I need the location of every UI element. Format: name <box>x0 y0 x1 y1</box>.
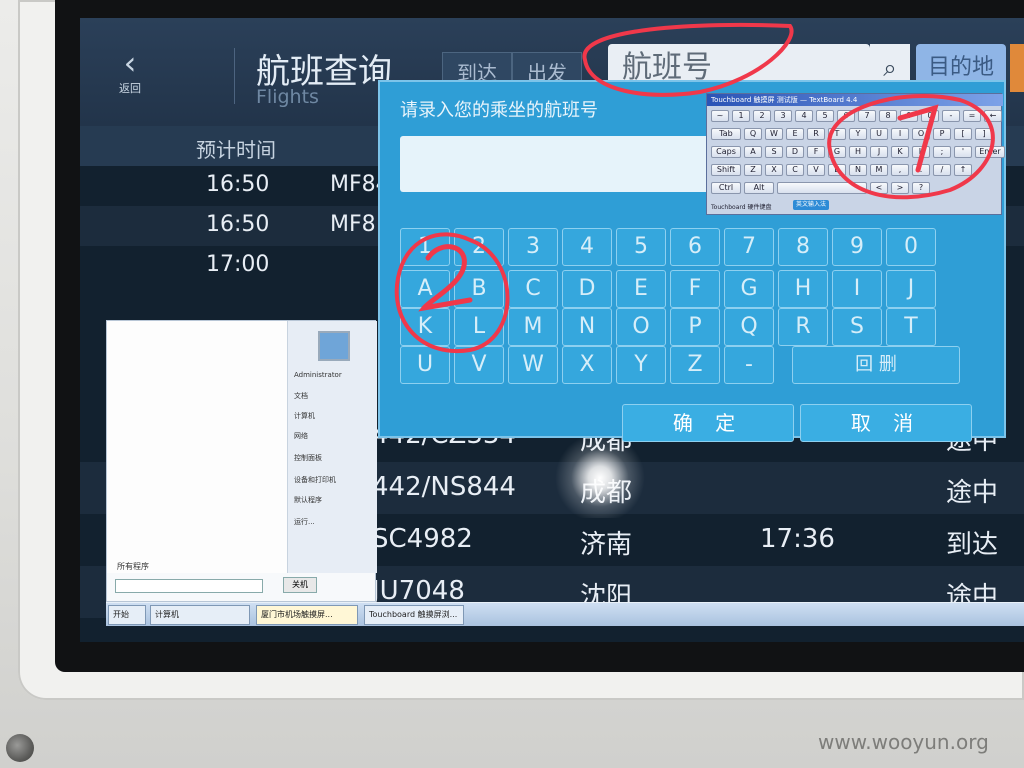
annotation-circle-search <box>582 22 794 97</box>
annotation-circle-touchboard <box>827 94 995 200</box>
annotation-number-1 <box>897 104 939 173</box>
annotation-number-2 <box>418 244 473 312</box>
red-annotations <box>394 22 995 354</box>
watermark: www.wooyun.org <box>818 730 989 754</box>
annotation-circle-keypad <box>394 232 510 354</box>
